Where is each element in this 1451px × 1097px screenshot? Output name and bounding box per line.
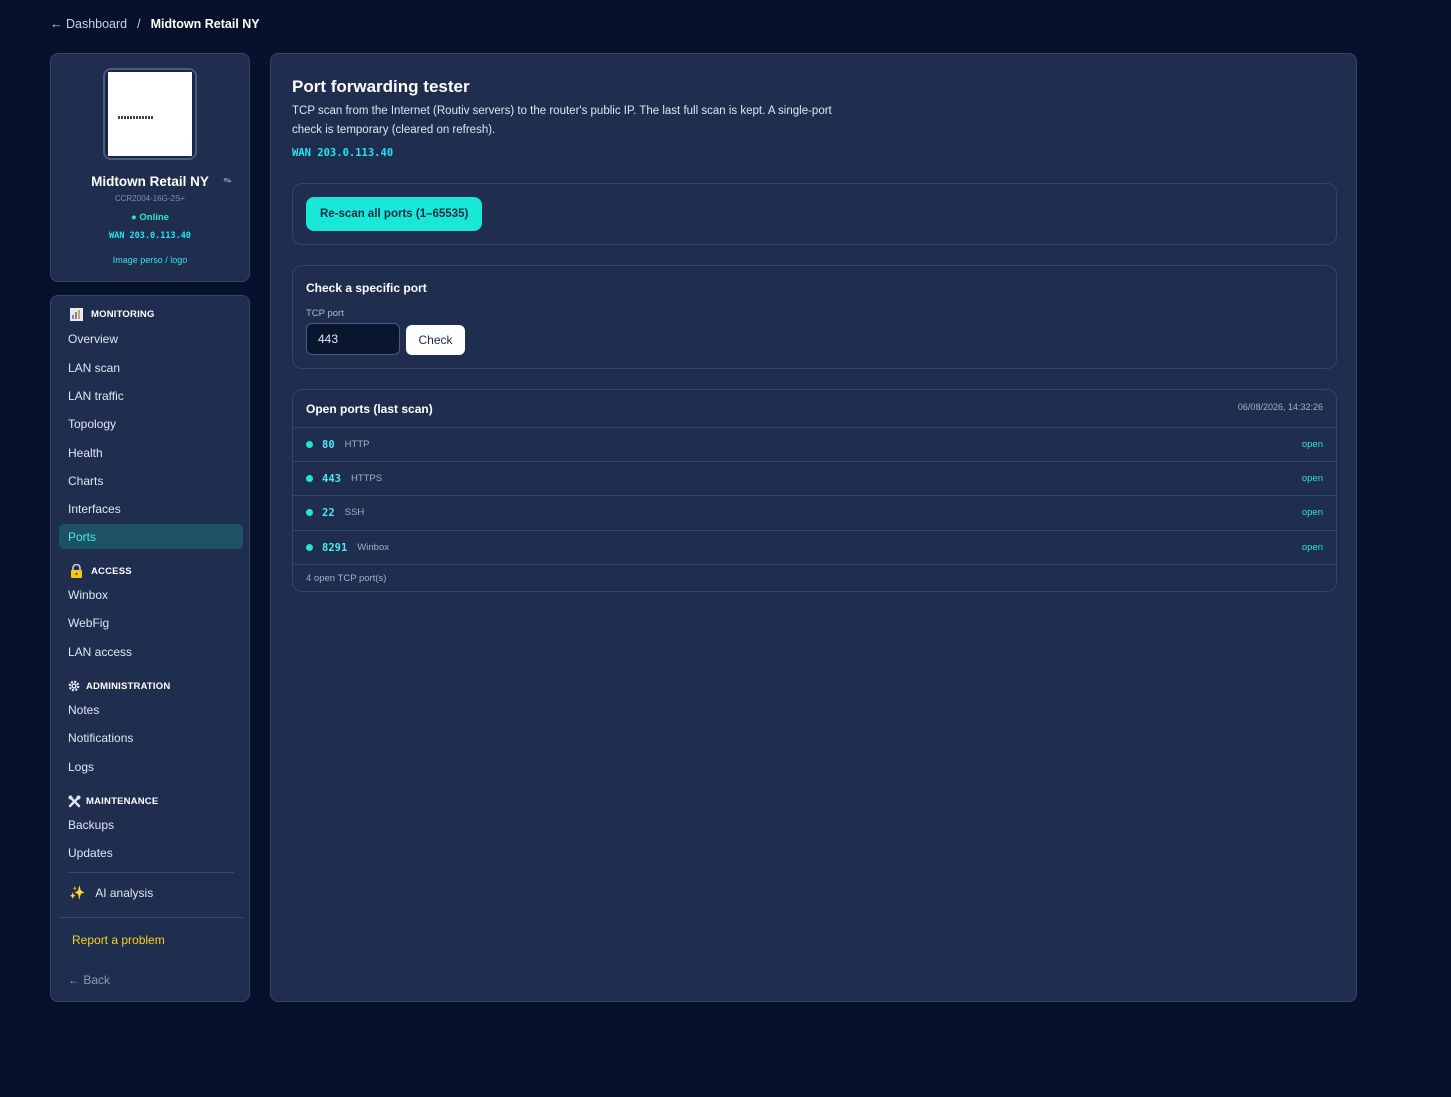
sidebar-item-lan-scan[interactable]: LAN scan [59,355,243,380]
port-service: SSH [344,507,365,518]
open-ports-title: Open ports (last scan) [306,402,433,416]
sidebar-item-notes[interactable]: Notes [59,697,243,722]
lock-icon [69,564,83,578]
port-state: open [1301,542,1323,553]
status-dot-icon [306,509,313,516]
sidebar-item-health[interactable]: Health [59,440,243,465]
status-dot-icon [306,544,313,551]
open-ports-card: Open ports (last scan) 06/08/2026, 14:32… [292,389,1337,592]
status-dot-icon [306,475,313,482]
port-state: open [1301,473,1323,484]
table-row: 8291 Winbox open [293,530,1336,564]
device-image-placeholder [108,72,192,156]
breadcrumb-separator: / [137,17,141,31]
port-service: HTTPS [350,473,383,484]
report-problem-link[interactable]: Report a problem [72,933,165,947]
port-number: 80 [322,438,335,451]
wan-address: WAN 203.0.113.40 [292,147,394,159]
breadcrumb: ← Dashboard / Midtown Retail NY [50,17,260,31]
port-number: 22 [322,506,335,519]
check-port-card: Check a specific port TCP port Check [292,265,1337,369]
open-ports-footer: 4 open TCP port(s) [293,564,1336,592]
sidebar-item-ports[interactable]: Ports [59,524,243,549]
port-service: HTTP [344,439,370,450]
section-maintenance: MAINTENANCE [67,794,158,808]
image-logo-link[interactable]: Image perso / logo [51,255,249,265]
device-name: Midtown Retail NY [91,174,209,189]
table-row: 443 HTTPS open [293,461,1336,495]
page-description: TCP scan from the Internet (Routiv serve… [292,105,832,136]
page-title: Port forwarding tester [292,77,470,96]
back-link[interactable]: ← Back [68,973,110,987]
device-image[interactable] [103,68,197,160]
table-row: 80 HTTP open [293,427,1336,461]
tcp-port-input[interactable] [306,323,400,355]
status-badge: ● Online [131,212,169,223]
sidebar-item-overview[interactable]: Overview [59,326,243,351]
section-monitoring: MONITORING [69,307,155,321]
nav-divider [68,872,234,873]
section-title: MONITORING [91,308,155,320]
gear-icon [67,679,81,693]
sidebar: MONITORING Overview LAN scan LAN traffic… [50,295,250,1002]
tools-icon [67,794,81,808]
sidebar-item-backups[interactable]: Backups [59,812,243,837]
sidebar-item-notifications[interactable]: Notifications [59,725,243,750]
rescan-card: Re-scan all ports (1–65535) [292,183,1337,245]
device-card: Midtown Retail NY ✎ CCR2004-16G-2S+ ● On… [50,53,250,282]
sparkles-icon: ✨ [69,885,86,900]
sidebar-item-interfaces[interactable]: Interfaces [59,496,243,521]
sidebar-item-logs[interactable]: Logs [59,754,243,779]
port-state: open [1301,507,1323,518]
port-number: 8291 [322,541,348,554]
sidebar-item-ai-analysis[interactable]: ✨ AI analysis [69,885,153,901]
table-row: 22 SSH open [293,495,1336,529]
sidebar-item-lan-traffic[interactable]: LAN traffic [59,383,243,408]
sidebar-item-topology[interactable]: Topology [59,411,243,436]
sidebar-item-winbox[interactable]: Winbox [59,582,243,607]
port-service: Winbox [357,542,389,553]
device-wan: WAN 203.0.113.40 [109,231,191,241]
port-number: 443 [322,472,341,485]
breadcrumb-current: Midtown Retail NY [150,17,260,31]
tcp-port-label: TCP port [306,308,344,319]
check-port-title: Check a specific port [306,281,427,295]
section-access: ACCESS [69,564,132,578]
sidebar-item-webfig[interactable]: WebFig [59,610,243,635]
section-title: ADMINISTRATION [86,680,171,692]
status-dot-icon [306,441,313,448]
sidebar-item-updates[interactable]: Updates [59,840,243,865]
sidebar-item-lan-access[interactable]: LAN access [59,639,243,664]
port-state: open [1301,439,1323,450]
device-model: CCR2004-16G-2S+ [114,194,186,203]
section-administration: ADMINISTRATION [67,679,170,693]
nav-divider [59,917,243,918]
breadcrumb-dashboard-link[interactable]: ← Dashboard [50,17,127,31]
sidebar-item-charts[interactable]: Charts [59,468,243,493]
section-title: MAINTENANCE [86,795,159,807]
check-button[interactable]: Check [406,325,465,355]
rescan-all-ports-button[interactable]: Re-scan all ports (1–65535) [306,197,483,231]
scan-timestamp: 06/08/2026, 14:32:26 [1237,402,1323,412]
sidebar-item-label: AI analysis [95,886,154,900]
section-title: ACCESS [91,565,132,577]
chart-icon [69,307,83,321]
main-panel: Port forwarding tester TCP scan from the… [270,53,1357,1002]
